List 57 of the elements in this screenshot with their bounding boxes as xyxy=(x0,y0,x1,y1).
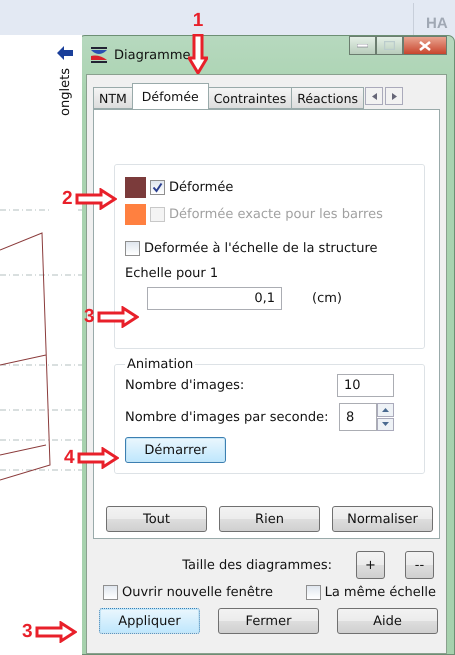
panel-button[interactable]: Tout xyxy=(106,506,207,532)
size-label: Taille des diagrammes: xyxy=(182,558,332,572)
checkbox-label: Déformée exacte pour les barres xyxy=(169,207,383,222)
panel-button[interactable]: Rien xyxy=(219,506,320,532)
images-field[interactable]: 10 xyxy=(337,374,394,397)
up-triangle-icon xyxy=(382,408,389,412)
scale-field[interactable]: 0,1 xyxy=(147,287,282,310)
spin-down-button[interactable] xyxy=(377,418,394,431)
annotation-number: 3 xyxy=(84,306,95,328)
color-swatch[interactable] xyxy=(125,177,146,198)
diagram-icon xyxy=(90,46,108,64)
rate-label: Nombre d'images par seconde: xyxy=(125,410,328,424)
tab[interactable]: Contraintes xyxy=(208,87,292,109)
checkbox[interactable] xyxy=(306,585,321,600)
checkbox[interactable] xyxy=(103,585,118,600)
minimize-icon xyxy=(357,44,368,48)
tab[interactable]: Défomée xyxy=(132,83,209,109)
rate-field[interactable]: 8 xyxy=(339,403,377,431)
window-title: Diagramme xyxy=(114,48,192,62)
down-triangle-icon xyxy=(382,422,389,426)
scroll-right-button[interactable] xyxy=(385,87,404,105)
down-arrow-icon xyxy=(188,34,208,74)
tab[interactable]: NTM xyxy=(93,87,133,109)
maximize-button[interactable] xyxy=(376,36,403,55)
checkbox-label: La même échelle xyxy=(324,585,436,600)
close-button[interactable] xyxy=(403,36,447,55)
checkbox-label: Déformée xyxy=(169,180,234,195)
left-triangle-icon xyxy=(372,92,377,100)
right-arrow-icon xyxy=(34,621,77,643)
size-button[interactable]: + xyxy=(356,551,385,579)
annotation-number: 2 xyxy=(62,188,73,210)
annotation-number: 4 xyxy=(64,447,75,469)
checkbox-label: Deformée à l'échelle de la structure xyxy=(144,241,378,256)
group-title: Animation xyxy=(126,357,194,372)
images-label: Nombre d'images: xyxy=(125,378,244,393)
right-arrow-icon xyxy=(96,306,139,328)
start-button[interactable]: Démarrer xyxy=(125,437,226,463)
dialog-button[interactable]: Aide xyxy=(337,608,438,634)
panel-button[interactable]: Normaliser xyxy=(332,506,433,532)
checkbox[interactable] xyxy=(125,241,140,256)
checkbox[interactable] xyxy=(150,180,165,195)
checkbox-label: Ouvrir nouvelle fenêtre xyxy=(122,585,274,600)
size-button[interactable]: -- xyxy=(405,551,434,579)
dialog-button[interactable]: Fermer xyxy=(218,608,319,634)
tab[interactable]: Réactions xyxy=(291,87,364,109)
annotation-number: 3 xyxy=(22,621,33,643)
scale-label: Echelle pour 1 xyxy=(125,266,220,281)
right-triangle-icon xyxy=(392,92,397,100)
annotation-number: 1 xyxy=(192,10,204,32)
left-arrow-icon xyxy=(57,46,73,60)
scroll-left-button[interactable] xyxy=(365,87,384,105)
minimize-button[interactable] xyxy=(349,36,376,55)
dialog-button[interactable]: Appliquer xyxy=(99,608,200,634)
spin-up-button[interactable] xyxy=(377,403,394,416)
unit-label: (cm) xyxy=(312,291,342,306)
maximize-icon xyxy=(384,41,395,50)
close-icon xyxy=(419,40,431,50)
